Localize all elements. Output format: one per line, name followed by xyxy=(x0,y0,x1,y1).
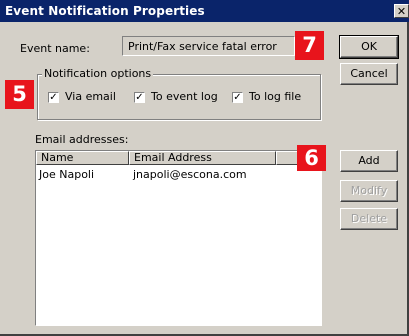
via-email-checkbox[interactable]: ✓ xyxy=(48,92,59,103)
title-bar[interactable]: Event Notification Properties ✕ xyxy=(0,0,409,22)
via-email-label: Via email xyxy=(65,90,116,103)
event-name-field[interactable]: Print/Fax service fatal error xyxy=(122,36,295,56)
callout-badge-7: 7 xyxy=(295,31,324,60)
email-addresses-label: Email addresses: xyxy=(35,133,129,146)
to-log-file-label: To log file xyxy=(249,90,302,103)
event-notification-dialog: Event Notification Properties ✕ Event na… xyxy=(0,0,409,336)
window-title: Event Notification Properties xyxy=(5,4,205,18)
cancel-button[interactable]: Cancel xyxy=(340,63,398,85)
event-name-label: Event name: xyxy=(20,42,90,55)
ok-button[interactable]: OK xyxy=(339,35,399,59)
notification-options-legend: Notification options xyxy=(42,67,154,80)
callout-badge-6: 6 xyxy=(297,145,326,171)
delete-button: Delete xyxy=(340,208,398,230)
to-log-file-checkbox[interactable]: ✓ xyxy=(232,92,243,103)
column-header-name[interactable]: Name xyxy=(36,151,129,165)
column-header-email-address[interactable]: Email Address xyxy=(129,151,276,165)
list-item-name: Joe Napoli xyxy=(39,168,95,181)
add-button[interactable]: Add xyxy=(340,150,398,172)
close-icon[interactable]: ✕ xyxy=(394,4,409,18)
to-event-log-label: To event log xyxy=(151,90,218,103)
email-address-list[interactable]: Name Email Address Joe Napoli jnapoli@es… xyxy=(35,150,322,326)
list-item-email: jnapoli@escona.com xyxy=(133,168,247,181)
modify-button: Modify xyxy=(340,180,398,202)
to-event-log-checkbox[interactable]: ✓ xyxy=(134,92,145,103)
callout-badge-5: 5 xyxy=(5,80,34,109)
